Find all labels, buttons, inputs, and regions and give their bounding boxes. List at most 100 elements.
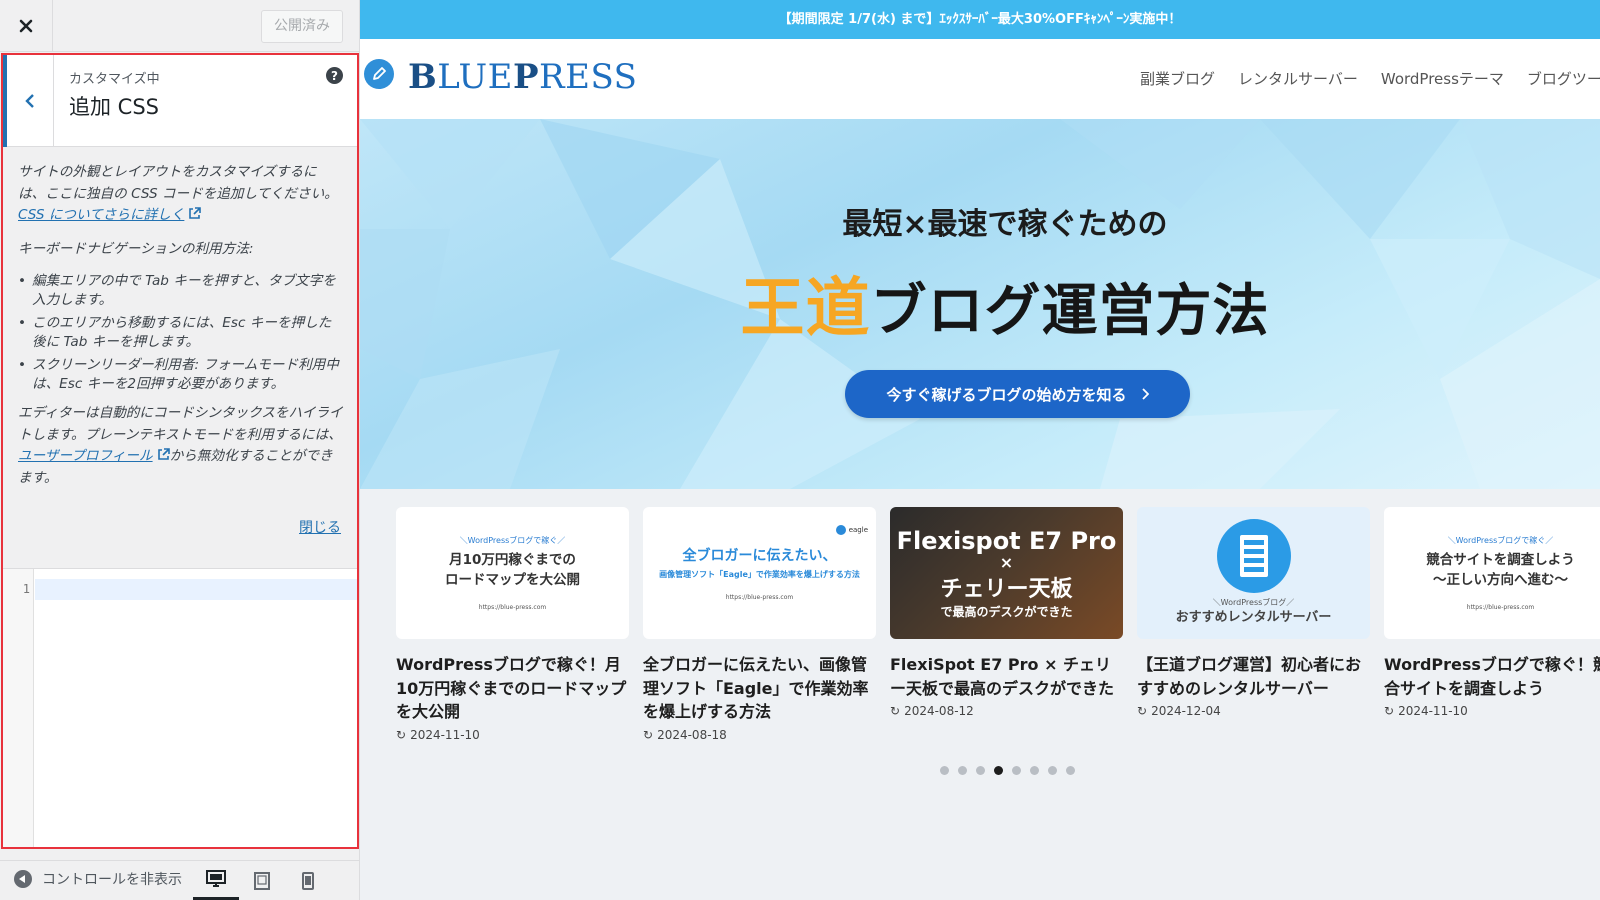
post-date: ↻ 2024-08-18: [643, 727, 727, 742]
editor-note-text: エディターは自動的にコードシンタックスをハイライトします。プレーンテキストモード…: [18, 405, 343, 443]
thumb-kicker: ＼WordPressブログで稼ぐ／: [1447, 536, 1554, 545]
publish-button[interactable]: 公開済み: [261, 10, 343, 43]
keyboard-list: 編集エリアの中で Tab キーを押すと、タブ文字を入力します。 このエリアから移…: [18, 272, 343, 393]
desktop-icon: [206, 870, 226, 887]
close-description-link[interactable]: 閉じる: [299, 517, 341, 537]
keyboard-heading: キーボードナビゲーションの利用方法:: [18, 240, 254, 257]
thumb-url: https://blue-press.com: [725, 593, 794, 601]
external-link-icon: [189, 207, 202, 219]
pencil-icon: [364, 59, 394, 89]
carousel-pagination: [940, 766, 1075, 775]
learn-css-link[interactable]: CSS についてさらに詳しく: [18, 207, 184, 223]
post-thumbnail[interactable]: ＼WordPressブログで稼ぐ／ 競合サイトを調査しよう 〜正しい方向へ進む〜…: [1384, 507, 1600, 639]
pagination-dot[interactable]: [994, 766, 1003, 775]
post-card[interactable]: Flexispot E7 Pro × チェリー天板 で最高のデスクができた Fl…: [890, 507, 1123, 718]
nav-item[interactable]: レンタルサーバー: [1238, 68, 1358, 89]
thumb-kicker: ＼WordPressブログで稼ぐ／: [459, 536, 566, 545]
thumb-text: ロードマップを大公開: [445, 572, 580, 588]
nav-item[interactable]: WordPressテーマ: [1381, 68, 1504, 89]
cta-label: 今すぐ稼げるブログの始め方を知る: [886, 385, 1127, 404]
pagination-dot[interactable]: [958, 766, 967, 775]
nav-item[interactable]: ブログツール: [1527, 68, 1600, 89]
cta-button[interactable]: 今すぐ稼げるブログの始め方を知る: [845, 370, 1190, 418]
pagination-dot[interactable]: [1030, 766, 1039, 775]
customizer-footer: コントロールを非表示: [0, 860, 359, 900]
post-date: ↻ 2024-08-12: [890, 704, 974, 718]
refresh-icon: ↻: [890, 704, 901, 718]
server-icon: [1216, 518, 1291, 593]
refresh-icon: ↻: [1137, 704, 1148, 718]
pagination-dot[interactable]: [1048, 766, 1057, 775]
breadcrumb: カスタマイズ中: [69, 72, 160, 87]
collapse-controls-button[interactable]: コントロールを非表示: [14, 869, 182, 889]
mobile-icon: [302, 872, 314, 890]
external-link-icon: [157, 448, 170, 460]
thumb-text: 画像管理ソフト「Eagle」で作業効率を爆上げする方法: [659, 569, 860, 579]
thumb-text: 全ブロガーに伝えたい、: [682, 547, 837, 564]
preview-desktop-button[interactable]: [193, 861, 239, 900]
post-card[interactable]: ＼WordPressブログ／ おすすめレンタルサーバー 【王道ブログ運営】初心者…: [1137, 507, 1370, 718]
post-title[interactable]: WordPressブログで稼ぐ！月10万円稼ぐまでのロードマップを大公開: [396, 653, 629, 724]
collapse-label: コントロールを非表示: [42, 872, 182, 888]
post-date: ↻ 2024-11-10: [1384, 704, 1468, 718]
post-title[interactable]: FlexiSpot E7 Pro × チェリー天板で最高のデスクができた: [890, 653, 1123, 700]
list-item: このエリアから移動するには、Esc キーを押した後に Tab キーを押します。: [18, 314, 343, 351]
preview-mobile-button[interactable]: [285, 861, 331, 900]
post-carousel: ＼WordPressブログで稼ぐ／ 月10万円稼ぐまでの ロードマップを大公開 …: [396, 507, 1600, 757]
post-thumbnail[interactable]: eagle 全ブロガーに伝えたい、 画像管理ソフト「Eagle」で作業効率を爆上…: [643, 507, 876, 639]
refresh-icon: ↻: [643, 727, 654, 742]
post-card[interactable]: ＼WordPressブログで稼ぐ／ 月10万円稼ぐまでの ロードマップを大公開 …: [396, 507, 629, 742]
thumb-text: おすすめレンタルサーバー: [1175, 609, 1332, 625]
section-title: 追加 CSS: [69, 95, 159, 119]
pagination-dot[interactable]: [1012, 766, 1021, 775]
thumb-url: https://blue-press.com: [478, 604, 547, 611]
customizer-sidebar: 公開済み カスタマイズ中 追加 CSS ? サイトの外観とレイアウトをカスタマイ…: [0, 0, 360, 900]
post-card[interactable]: ＼WordPressブログで稼ぐ／ 競合サイトを調査しよう 〜正しい方向へ進む〜…: [1384, 507, 1600, 718]
hero-subtitle: 最短×最速で稼ぐための: [842, 207, 1168, 242]
css-code-editor[interactable]: 1: [3, 568, 357, 848]
refresh-icon: ↻: [396, 727, 407, 742]
thumb-url: https://blue-press.com: [1466, 604, 1535, 611]
post-card[interactable]: eagle 全ブロガーに伝えたい、 画像管理ソフト「Eagle」で作業効率を爆上…: [643, 507, 876, 742]
description-paragraph: サイトの外観とレイアウトをカスタマイズするには、ここに独自の CSS コードを追…: [18, 162, 343, 227]
site-preview: 【期間限定 1/7(水) まで】ｴｯｸｽｻｰﾊﾞｰ最大30%OFFｷｬﾝﾍﾟｰﾝ…: [360, 0, 1600, 900]
post-date: ↻ 2024-12-04: [1137, 704, 1221, 718]
post-thumbnail[interactable]: Flexispot E7 Pro × チェリー天板 で最高のデスクができた: [890, 507, 1123, 639]
chevron-right-icon: [1141, 388, 1149, 400]
help-icon[interactable]: ?: [326, 67, 343, 84]
customizer-topbar: 公開済み: [0, 0, 359, 52]
collapse-icon: [14, 870, 32, 888]
thumb-text: チェリー天板: [940, 576, 1073, 602]
chevron-left-icon: [25, 94, 34, 108]
nav-item[interactable]: 副業ブログ: [1140, 68, 1215, 89]
thumb-text: 〜正しい方向へ進む〜: [1433, 572, 1568, 588]
refresh-icon: ↻: [1384, 704, 1395, 718]
thumb-text: Flexispot E7 Pro: [896, 526, 1117, 555]
user-profile-link[interactable]: ユーザープロフィール: [18, 448, 153, 464]
pagination-dot[interactable]: [1066, 766, 1075, 775]
hero-section: 最短×最速で稼ぐための 王道ブログ運営方法 今すぐ稼げるブログの始め方を知る: [360, 119, 1600, 489]
preview-tablet-button[interactable]: [239, 861, 285, 900]
post-thumbnail[interactable]: ＼WordPressブログで稼ぐ／ 月10万円稼ぐまでの ロードマップを大公開 …: [396, 507, 629, 639]
post-title[interactable]: 全ブロガーに伝えたい、画像管理ソフト「Eagle」で作業効率を爆上げする方法: [643, 653, 876, 724]
post-title[interactable]: 【王道ブログ運営】初心者におすすめのレンタルサーバー: [1137, 653, 1370, 700]
post-date: ↻ 2024-11-10: [396, 727, 480, 742]
site-header: BLUEPRESS 副業ブログ レンタルサーバー WordPressテーマ ブロ…: [360, 39, 1600, 119]
pagination-dot[interactable]: [940, 766, 949, 775]
eagle-logo: eagle: [835, 525, 868, 535]
thumb-text: 月10万円稼ぐまでの: [449, 552, 576, 568]
post-thumbnail[interactable]: ＼WordPressブログ／ おすすめレンタルサーバー: [1137, 507, 1370, 639]
thumb-text: で最高のデスクができた: [940, 604, 1073, 619]
post-title[interactable]: WordPressブログで稼ぐ！競合サイトを調査しよう: [1384, 653, 1600, 700]
back-button[interactable]: [3, 55, 54, 147]
site-logo[interactable]: BLUEPRESS: [408, 57, 637, 97]
hero-title-main: ブログ運営方法: [870, 279, 1270, 344]
close-customizer-button[interactable]: [0, 0, 53, 52]
hero-title-accent: 王道: [740, 272, 871, 346]
active-line[interactable]: [35, 579, 357, 600]
editor-note: エディターは自動的にコードシンタックスをハイライトします。プレーンテキストモード…: [18, 403, 343, 489]
pagination-dot[interactable]: [976, 766, 985, 775]
section-header: カスタマイズ中 追加 CSS ?: [3, 55, 357, 147]
tablet-icon: [254, 872, 270, 890]
announcement-bar[interactable]: 【期間限定 1/7(水) まで】ｴｯｸｽｻｰﾊﾞｰ最大30%OFFｷｬﾝﾍﾟｰﾝ…: [360, 0, 1600, 39]
